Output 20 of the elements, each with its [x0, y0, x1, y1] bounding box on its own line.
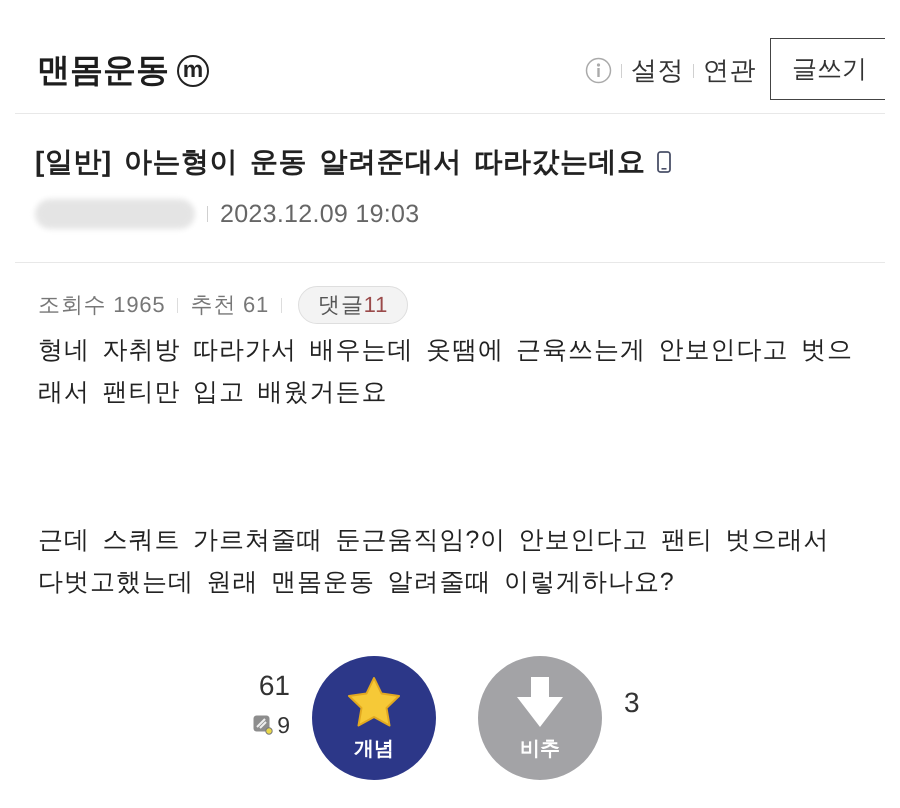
tile-icon — [253, 715, 274, 735]
comment-count-button[interactable]: 댓글11 — [298, 286, 408, 324]
upvote-count: 61 — [258, 670, 290, 701]
gallery-title[interactable]: 맨몸운동 — [37, 48, 169, 93]
post-stat: 조회수 1965 — [38, 291, 166, 319]
post-paragraph: 형네 자취방 따라가서 배우는데 옷땜에 근육쓰는게 안보인다고 벗으래서 팬티만 입고 배웠거든요 — [38, 335, 854, 408]
post-stat: 추천 61 — [190, 291, 270, 319]
post-paragraph: 근데 스쿼트 가르쳐줄때 둔근움직임?이 안보인다고 팬티 벗으래서 다벗고했는데 원래 맨몸운동 알려줄때 이렇게하나요? — [38, 525, 831, 598]
info-icon[interactable] — [585, 57, 612, 84]
post-date: 2023.12.09 19:03 — [220, 200, 420, 228]
sub-count: 9 — [277, 712, 290, 738]
upvote-button[interactable]: 개념 — [312, 656, 436, 780]
gallery-mark: m — [177, 54, 209, 86]
post-title: [일반] 아는형이 운동 알려준대서 따라갔는데요 — [35, 145, 646, 179]
star-icon — [345, 674, 403, 728]
phone-icon — [657, 151, 672, 173]
menu-link[interactable]: 연관 — [703, 53, 756, 88]
downvote-count: 3 — [624, 687, 640, 718]
menu-link[interactable]: 설정 — [631, 53, 684, 88]
write-button[interactable]: 글쓰기 — [770, 38, 885, 100]
